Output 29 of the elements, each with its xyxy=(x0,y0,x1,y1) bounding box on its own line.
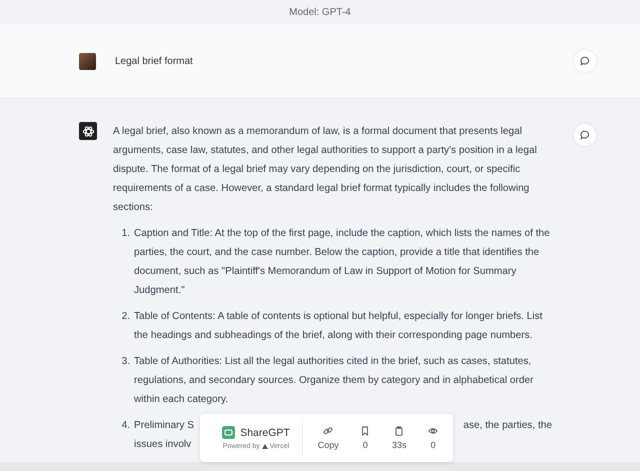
list-item-text: Table of Authorities: List all the legal authorities cited in the brief, such as cases, statutes, regulations, and secondary sources. Organize them by category and in alphabetical order within each category. xyxy=(134,355,534,407)
eye-stat[interactable]: 0 xyxy=(428,426,438,450)
list-item-text: Caption and Title: At the top of the first page, include the caption, which lists the names of the parties, the court, and the case number. Below the caption, provide a title that identifies the document, such as "Plaintiff's Memorandum of Law in Support of Motion for Summary Judgment." xyxy=(134,227,551,298)
list-number: 3. xyxy=(120,355,131,369)
list-number: 4. xyxy=(120,419,131,433)
model-label: Model: GPT-4 xyxy=(289,6,351,18)
list-number: 1. xyxy=(120,227,131,241)
speech-bubble-icon xyxy=(580,56,590,66)
list-item-text: Table of Contents: A table of contents is optional but helpful, especially for longer briefs. List the headings and subheadings of the brief, along with their corresponding page numbers. xyxy=(134,310,544,343)
comment-button[interactable] xyxy=(574,124,596,146)
list-item-text: ase, the parties, the xyxy=(463,419,552,433)
clipboard-stat[interactable]: 33s xyxy=(392,426,407,450)
chat-logo-icon xyxy=(222,426,236,439)
user-message-text: Legal brief format xyxy=(115,56,194,66)
speech-bubble-icon xyxy=(580,130,590,140)
bookmark-icon xyxy=(360,426,370,436)
clipboard-icon xyxy=(394,426,404,436)
list-item-text: issues involv xyxy=(134,438,192,452)
brand-name: ShareGPT xyxy=(240,426,290,438)
comment-button[interactable] xyxy=(574,50,596,72)
photo-placeholder xyxy=(79,52,96,70)
bookmark-stat[interactable]: 0 xyxy=(360,426,370,450)
list-number: 2. xyxy=(120,310,131,324)
eye-icon xyxy=(428,426,438,436)
response-paragraph: A legal brief, also known as a memorandum of law, is a formal document that presents legal arguments, case law, statutes, and other legal authorities to support a party's position in a legal dispute. The format of a legal brief may vary depending on the jurisdiction, court, or specific requirements of a case. However, a standard legal brief format typically includes the following sections: xyxy=(113,125,538,215)
list-item-text: Preliminary S xyxy=(134,419,194,433)
link-icon xyxy=(323,426,334,436)
triangle-logo-icon xyxy=(262,444,268,449)
link-stat[interactable]: Copy xyxy=(318,426,339,450)
